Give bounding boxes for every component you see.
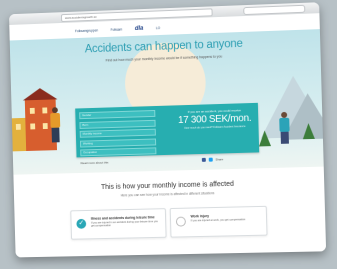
logo-folksam: Folksam	[110, 27, 123, 32]
logo-lo: LO	[155, 26, 161, 31]
tilted-screen: www.accidentsgrowth.se Folksamgruppen Fo…	[1, 0, 337, 269]
tree-illustration	[302, 122, 315, 140]
twitter-icon[interactable]	[208, 157, 213, 162]
calculator-fields: Gender Born Monthly income Working Occup…	[79, 109, 157, 159]
read-more-link[interactable]: Read more about this	[81, 160, 109, 165]
tree-illustration	[258, 130, 272, 147]
gender-select[interactable]: Gender	[79, 109, 156, 120]
income-input[interactable]: Monthly income	[79, 128, 156, 138]
person-illustration	[48, 107, 62, 143]
browser-window: www.accidentsgrowth.se Folksamgruppen Fo…	[8, 2, 327, 258]
income-calculator: Gender Born Monthly income Working Occup…	[75, 102, 260, 159]
birth-year-select[interactable]: Born	[79, 119, 156, 129]
option-card[interactable]: ✓ Illness and accidents during leisure t…	[70, 208, 167, 240]
check-icon: ✓	[76, 218, 87, 229]
option-card[interactable]: Work injury If you are injured at work, …	[169, 205, 268, 238]
section-subtitle: Here you can see how your income is affe…	[120, 191, 215, 198]
card-title: Work injury	[190, 214, 210, 219]
card-description: If you are injured in an accident during…	[90, 220, 158, 228]
share-label[interactable]: Share	[215, 157, 223, 161]
result-panel: If you are an accident, you could receiv…	[173, 108, 257, 131]
circle-icon	[175, 216, 186, 227]
card-description: If you are injured at work, you get comp…	[190, 218, 246, 223]
facebook-icon[interactable]	[201, 158, 206, 163]
working-select[interactable]: Working	[79, 138, 157, 148]
window-controls[interactable]	[15, 16, 40, 30]
person-illustration	[278, 111, 291, 144]
occupation-select[interactable]: Occupation	[80, 147, 157, 157]
logo-folksamgruppen: Folksamgruppen	[74, 28, 99, 34]
section-title: This is how your monthly income is affec…	[100, 180, 234, 192]
logo-dla: dla	[134, 25, 144, 32]
web-page: Folksamgruppen Folksam dla LO Accidents …	[9, 13, 327, 258]
